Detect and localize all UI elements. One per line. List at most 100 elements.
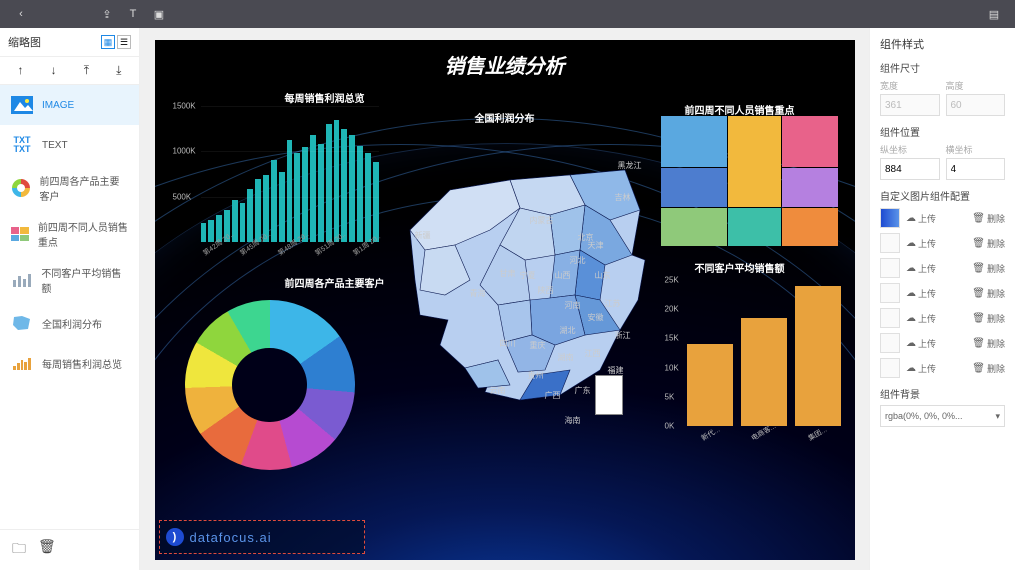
image-config-row: ☁上传 🗑删除: [880, 258, 1005, 278]
province-label: 贵州: [528, 370, 544, 381]
bar2-icon: [10, 351, 34, 375]
delete-icon: 🗑: [972, 213, 985, 224]
image-thumb[interactable]: [880, 208, 900, 228]
view-grid-icon[interactable]: ▦: [101, 35, 115, 49]
trash-icon[interactable]: 🗑: [38, 538, 56, 562]
chart-title-focus: 前四周不同人员销售重点: [685, 102, 795, 117]
delete-icon: 🗑: [972, 238, 985, 249]
upload-button[interactable]: ☁上传: [906, 262, 936, 275]
image-tool-icon[interactable]: ▣: [148, 3, 170, 25]
sidebar-item-image[interactable]: IMAGE: [0, 85, 139, 125]
text-icon: TXTTXT: [10, 133, 34, 157]
product-customers-donut[interactable]: [185, 300, 355, 470]
delete-icon: 🗑: [972, 363, 985, 374]
delete-button[interactable]: 🗑删除: [972, 337, 1005, 350]
move-up-icon[interactable]: ↑: [18, 63, 24, 78]
province-label: 新疆: [415, 230, 431, 241]
sales-focus-treemap[interactable]: [661, 116, 837, 244]
delete-button[interactable]: 🗑删除: [972, 212, 1005, 225]
delete-button[interactable]: 🗑删除: [972, 312, 1005, 325]
selected-image-widget[interactable]: ) datafocus.ai: [159, 520, 365, 554]
image-thumb[interactable]: [880, 358, 900, 378]
upload-button[interactable]: ☁上传: [906, 212, 936, 225]
upload-icon: ☁: [906, 338, 916, 349]
province-label: 黑龙江: [618, 160, 642, 171]
province-label: 河南: [565, 300, 581, 311]
image-thumb[interactable]: [880, 258, 900, 278]
sidebar-item-label: 前四周各产品主要客户: [39, 173, 129, 203]
pos-section-title: 组件位置: [880, 124, 1005, 139]
upload-icon: ☁: [906, 288, 916, 299]
image-config-row: ☁上传 🗑删除: [880, 283, 1005, 303]
preview-icon[interactable]: ▤: [983, 3, 1005, 25]
image-config-row: ☁上传 🗑删除: [880, 233, 1005, 253]
view-list-icon[interactable]: ☰: [117, 35, 131, 49]
province-label: 山西: [555, 270, 571, 281]
chevron-down-icon: ▾: [995, 411, 1000, 422]
bg-section-title: 组件背景: [880, 386, 1005, 401]
x-label: 纵坐标: [880, 143, 940, 156]
move-bottom-icon[interactable]: ⤓: [116, 63, 121, 78]
province-label: 湖北: [560, 325, 576, 336]
panel-title: 组件样式: [880, 36, 1005, 52]
right-panel: 组件样式 组件尺寸 宽度 高度 组件位置 纵坐标 横坐标 自定义图片组件配置 ☁…: [869, 28, 1015, 570]
province-label: 甘肃: [500, 268, 516, 279]
province-label: 江西: [585, 348, 601, 359]
upload-icon: ☁: [906, 313, 916, 324]
sidebar-item-label: 前四周不同人员销售重点: [38, 219, 129, 249]
sidebar-item-label: 全国利润分布: [42, 316, 102, 331]
province-label: 云南: [490, 385, 506, 396]
upload-button[interactable]: ☁上传: [906, 337, 936, 350]
sidebar-item-bars[interactable]: 不同客户平均销售额: [0, 257, 139, 303]
export-icon[interactable]: ⇪: [96, 3, 118, 25]
text-tool-icon[interactable]: T: [122, 3, 144, 25]
delete-button[interactable]: 🗑删除: [972, 287, 1005, 300]
map-legend: [595, 375, 623, 415]
province-label: 青海: [470, 288, 486, 299]
y-input[interactable]: [946, 158, 1006, 180]
province-label: 内蒙古: [530, 215, 554, 226]
custom-section-title: 自定义图片组件配置: [880, 188, 1005, 203]
back-button[interactable]: ‹: [10, 3, 32, 25]
province-label: 陕西: [538, 285, 554, 296]
avg-sales-chart[interactable]: 新代...电商客...集团... 0K5K10K15K20K25K: [665, 274, 845, 444]
upload-button[interactable]: ☁上传: [906, 237, 936, 250]
dashboard-canvas[interactable]: 销售业绩分析 每周销售利润总览 全国利润分布 前四周不同人员销售重点 不同客户平…: [155, 40, 855, 560]
delete-button[interactable]: 🗑删除: [972, 362, 1005, 375]
canvas-area[interactable]: 销售业绩分析 每周销售利润总览 全国利润分布 前四周不同人员销售重点 不同客户平…: [140, 28, 869, 570]
china-map[interactable]: 黑龙江吉林新疆内蒙古北京天津甘肃青海宁夏陕西山西河北山东河南江苏安徽湖北四川重庆…: [370, 120, 670, 420]
upload-button[interactable]: ☁上传: [906, 312, 936, 325]
sidebar-item-bars2[interactable]: 每周销售利润总览: [0, 343, 139, 383]
upload-button[interactable]: ☁上传: [906, 362, 936, 375]
delete-button[interactable]: 🗑删除: [972, 262, 1005, 275]
province-label: 江苏: [605, 298, 621, 309]
delete-icon: 🗑: [972, 263, 985, 274]
sidebar-item-treemap[interactable]: 前四周不同人员销售重点: [0, 211, 139, 257]
sidebar-item-text[interactable]: TXTTXT TEXT: [0, 125, 139, 165]
upload-button[interactable]: ☁上传: [906, 287, 936, 300]
delete-icon: 🗑: [972, 313, 985, 324]
delete-button[interactable]: 🗑删除: [972, 237, 1005, 250]
width-input: [880, 94, 940, 116]
move-top-icon[interactable]: ⤒: [84, 63, 89, 78]
image-thumb[interactable]: [880, 308, 900, 328]
chart-title-avg: 不同客户平均销售额: [695, 260, 785, 275]
move-down-icon[interactable]: ↓: [51, 63, 57, 78]
sidebar-item-map[interactable]: 全国利润分布: [0, 303, 139, 343]
component-list: IMAGE TXTTXT TEXT 前四周各产品主要客户 前四周不同人员销售重点…: [0, 85, 139, 529]
upload-icon: ☁: [906, 263, 916, 274]
province-label: 安徽: [588, 312, 604, 323]
treemap-icon: [10, 222, 30, 246]
image-thumb[interactable]: [880, 333, 900, 353]
image-thumb[interactable]: [880, 233, 900, 253]
bg-color-picker[interactable]: rgba(0%, 0%, 0%... ▾: [880, 405, 1005, 427]
sidebar-item-label: 每周销售利润总览: [42, 356, 122, 371]
weekly-profit-chart[interactable]: 第42周 20..第45周 20..第48周 20..第51周 20..第1周 …: [173, 100, 383, 260]
x-input[interactable]: [880, 158, 940, 180]
image-config-row: ☁上传 🗑删除: [880, 308, 1005, 328]
sidebar-item-donut[interactable]: 前四周各产品主要客户: [0, 165, 139, 211]
folder-icon[interactable]: 🗀: [12, 538, 26, 562]
logo-icon: ): [166, 528, 184, 546]
image-thumb[interactable]: [880, 283, 900, 303]
province-label: 浙江: [615, 330, 631, 341]
